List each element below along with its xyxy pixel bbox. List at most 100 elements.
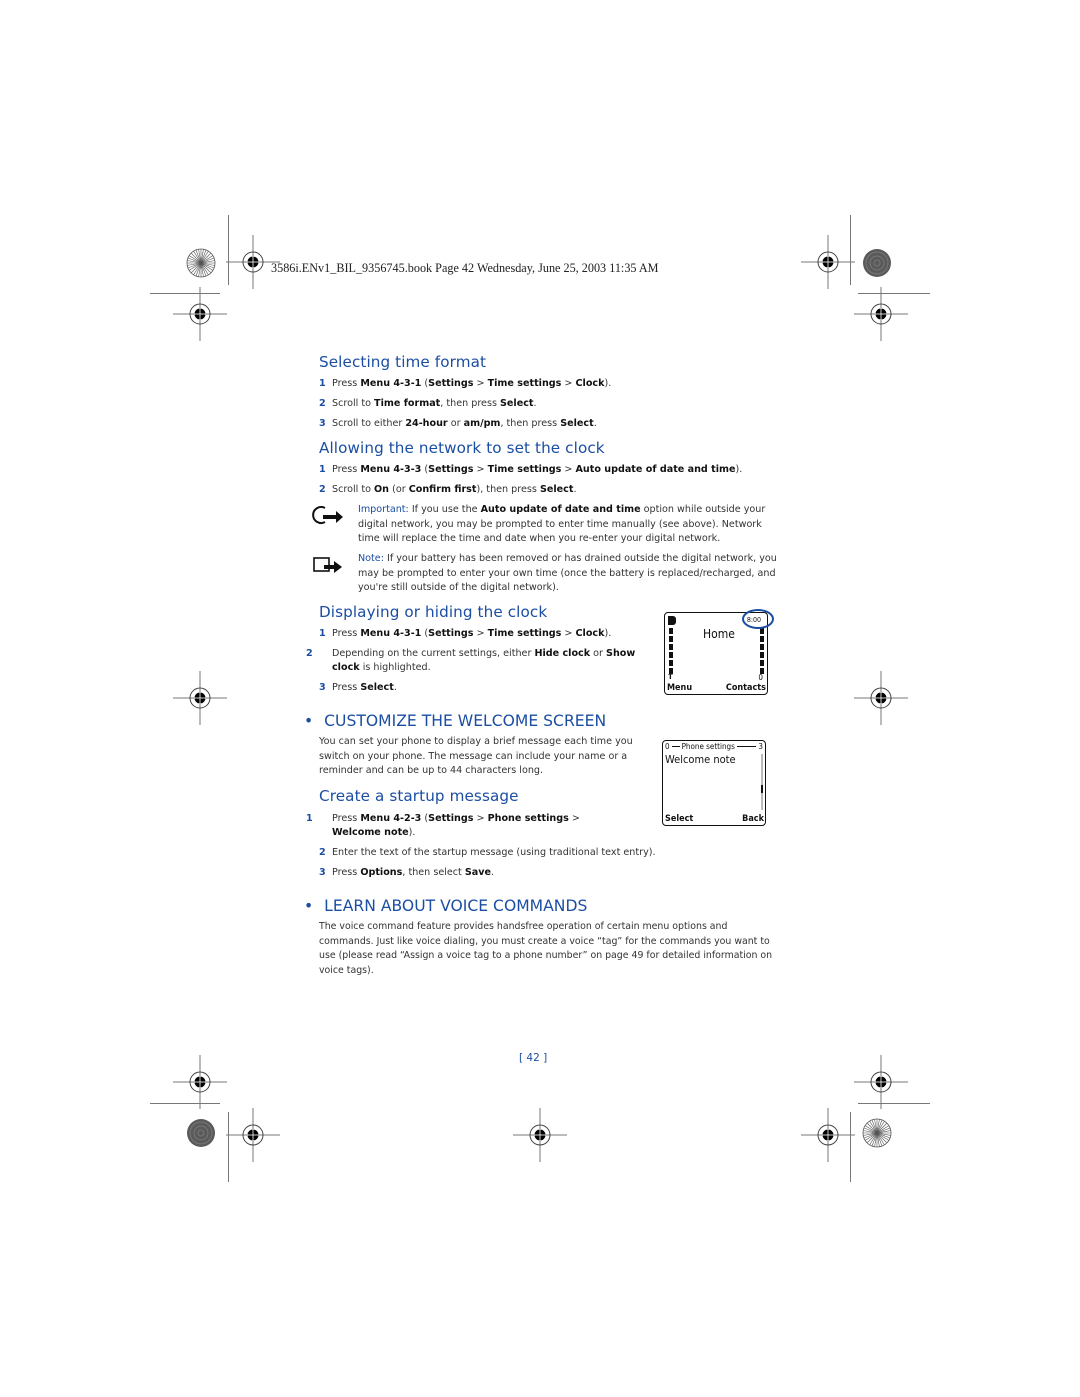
step-number: 2 xyxy=(319,398,326,409)
note-text: If your battery has been removed or has … xyxy=(358,553,777,594)
ui-term: Phone settings xyxy=(487,813,569,824)
text-run: ), then press xyxy=(476,484,540,495)
text-run: Press xyxy=(332,628,361,639)
text-run: Press xyxy=(332,813,361,824)
ui-term: Save xyxy=(464,867,492,878)
step: 1 Press Menu 4-3-3 (Settings > Time setti… xyxy=(319,463,779,477)
text-run: ). xyxy=(604,378,612,389)
text-run: > xyxy=(473,813,488,824)
text-run: > xyxy=(473,464,488,475)
ui-term: Time settings xyxy=(487,464,562,475)
step-number: 2 xyxy=(319,847,326,858)
softkey-menu: Menu xyxy=(667,683,693,693)
step: 2 Scroll to Time format, then press Selec… xyxy=(319,397,779,411)
ui-term: Hide clock xyxy=(534,648,591,659)
scrollbar-track xyxy=(761,754,763,810)
steps-selecting-time-format: 1 Press Menu 4-3-1 (Settings > Time setti… xyxy=(319,377,779,431)
ui-term: Select xyxy=(500,398,534,409)
softkey-back: Back xyxy=(742,814,764,824)
battery-bars-icon xyxy=(760,628,764,674)
ui-term: Settings xyxy=(428,378,474,389)
step-number: 3 xyxy=(319,867,326,878)
ui-term: Welcome note xyxy=(332,827,409,838)
ui-term: Confirm first xyxy=(408,484,477,495)
text-run: Scroll to xyxy=(332,484,375,495)
signal-indicator-icon xyxy=(668,616,676,625)
step: 1 Press Menu 4-2-3 (Settings > Phone sett… xyxy=(306,812,592,840)
text-run: Press xyxy=(332,682,361,693)
softkey-select: Select xyxy=(665,814,694,824)
text-run: . xyxy=(533,398,537,409)
step-number: 1 xyxy=(319,378,326,389)
text-run: > xyxy=(561,464,576,475)
ui-term: Clock xyxy=(575,628,605,639)
important-label: Important: xyxy=(358,504,409,515)
note-label: Note: xyxy=(358,553,384,564)
phone-settings-header: 0 Phone settings 3 xyxy=(665,742,763,751)
step: 2 Scroll to On (or Confirm first), then p… xyxy=(319,483,779,497)
section-heading-startup-message: Create a startup message xyxy=(319,787,519,805)
text-run: Press xyxy=(332,867,361,878)
battery-level: 0 xyxy=(758,673,763,682)
menu-header: Phone settings xyxy=(681,742,735,751)
text-run: ). xyxy=(735,464,743,475)
phone-screen-phone-settings: 0 Phone settings 3 Welcome note Select B… xyxy=(662,740,766,826)
welcome-screen-body: You can set your phone to display a brie… xyxy=(319,736,633,777)
menu-right-number: 3 xyxy=(758,742,763,751)
text-run: Press xyxy=(332,464,361,475)
step: 3 Press Options, then select Save. xyxy=(319,866,659,880)
step: 1 Press Menu 4-3-1 (Settings > Time setti… xyxy=(319,377,779,391)
ui-term: am/pm xyxy=(463,418,501,429)
text-run: . xyxy=(593,418,597,429)
ui-term: Select xyxy=(360,682,394,693)
step: 3 Press Select. xyxy=(319,681,639,695)
important-callout: Important: If you use the Auto update of… xyxy=(358,503,778,547)
phone-screen-home: 8:00 Home 𝗧 0 Menu Contacts xyxy=(664,609,774,695)
text-run: > xyxy=(561,378,576,389)
ui-term: Settings xyxy=(428,813,474,824)
home-title: Home xyxy=(703,627,735,641)
step-number: 2 xyxy=(319,484,326,495)
text-run: > xyxy=(561,628,576,639)
print-header: 3586i.ENv1_BIL_9356745.book Page 42 Wedn… xyxy=(271,261,659,275)
bullet: • xyxy=(304,712,314,730)
text-run: Scroll to xyxy=(332,398,375,409)
bullet: • xyxy=(304,897,314,915)
text-run: > xyxy=(473,628,488,639)
step: 3 Scroll to either 24-hour or am/pm, then… xyxy=(319,417,779,431)
text-run: is highlighted. xyxy=(359,662,431,673)
text-run: , then press xyxy=(500,418,561,429)
ui-term: Menu 4-2-3 xyxy=(360,813,422,824)
text-run: (or xyxy=(389,484,409,495)
text-run: . xyxy=(573,484,577,495)
welcome-screen-title: CUSTOMIZE THE WELCOME SCREEN xyxy=(324,712,607,730)
note-callout: Note: If your battery has been removed o… xyxy=(358,552,778,596)
step: 1 Press Menu 4-3-1 (Settings > Time setti… xyxy=(319,627,639,641)
menu-item-welcome-note: Welcome note xyxy=(665,753,736,766)
ui-term: Settings xyxy=(428,464,474,475)
step: 2 Enter the text of the startup message (… xyxy=(319,846,659,860)
step-number: 1 xyxy=(306,813,313,824)
ui-term: Time settings xyxy=(487,378,562,389)
text-run: ). xyxy=(604,628,612,639)
steps-network-clock: 1 Press Menu 4-3-3 (Settings > Time setti… xyxy=(319,463,779,497)
voice-commands-body: The voice command feature provides hands… xyxy=(319,921,773,976)
text-run: > xyxy=(568,813,580,824)
text-run: Enter the text of the startup message (u… xyxy=(332,847,656,858)
note-icon xyxy=(313,557,342,573)
antenna-icon: 𝗧 xyxy=(668,673,673,681)
chapter-heading-voice-commands: • LEARN ABOUT VOICE COMMANDS xyxy=(304,897,587,915)
voice-commands-title: LEARN ABOUT VOICE COMMANDS xyxy=(324,897,588,915)
step-number: 1 xyxy=(319,628,326,639)
ui-term: Menu 4-3-3 xyxy=(360,464,422,475)
text-run: Depending on the current settings, eithe… xyxy=(332,648,535,659)
menu-left-number: 0 xyxy=(665,742,670,751)
step-number: 3 xyxy=(319,682,326,693)
text-run: > xyxy=(473,378,488,389)
clock-highlight-circle xyxy=(742,609,774,629)
section-heading-selecting-time-format: Selecting time format xyxy=(319,353,487,371)
scrollbar-thumb xyxy=(761,785,763,793)
ui-term: 24-hour xyxy=(405,418,448,429)
signal-bars-icon xyxy=(669,628,673,674)
text-run: ). xyxy=(408,827,416,838)
